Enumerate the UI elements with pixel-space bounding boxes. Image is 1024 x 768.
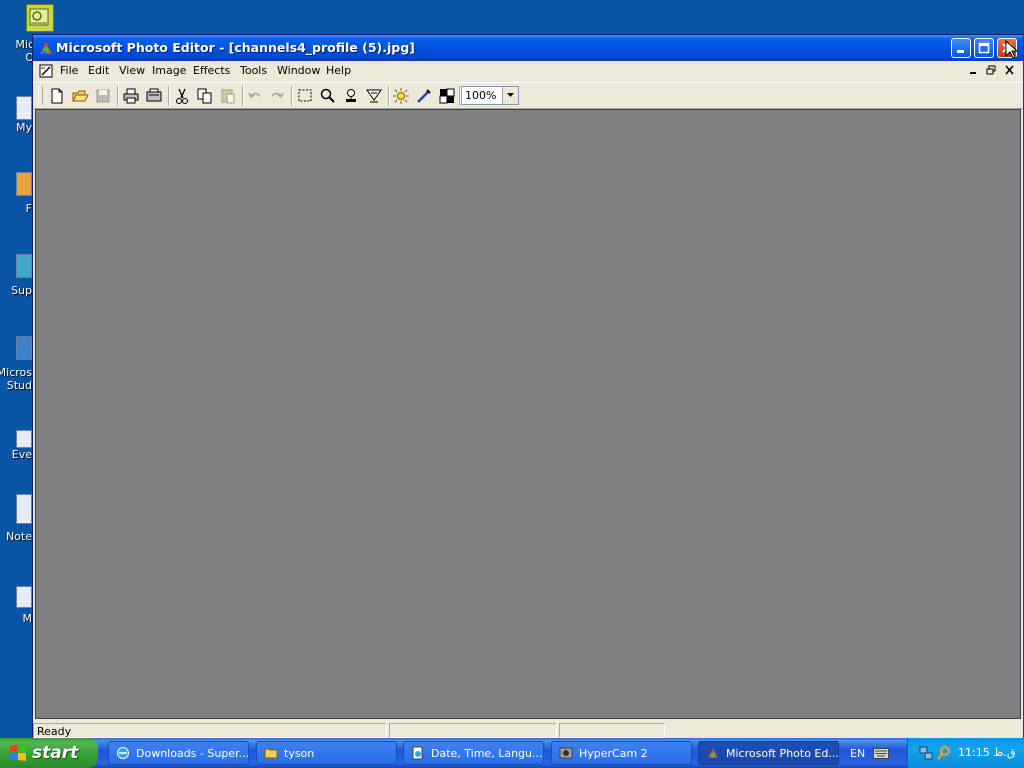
menu-tools[interactable]: Tools [240, 64, 267, 77]
desktop-icon-sup[interactable]: Sup [0, 254, 34, 298]
desktop-icon-my-documents[interactable]: My [0, 96, 34, 136]
zoom-icon[interactable] [319, 87, 337, 105]
maximize-icon [978, 42, 990, 54]
doc-minimize-icon[interactable] [967, 64, 981, 77]
status-pane-3 [559, 723, 665, 738]
retouch-icon[interactable] [415, 87, 433, 105]
control-panel-icon [412, 746, 423, 760]
task-label: HyperCam 2 [579, 747, 648, 760]
task-date-time[interactable]: Date, Time, Langu... [403, 741, 544, 765]
menu-view[interactable]: View [119, 64, 145, 77]
network-icon[interactable] [918, 745, 934, 761]
image-workspace[interactable] [35, 109, 1021, 719]
photo-editor-icon [40, 42, 52, 54]
select-icon[interactable] [296, 87, 314, 105]
outlook-icon [29, 8, 49, 26]
start-button[interactable]: start [0, 738, 98, 768]
new-icon[interactable] [48, 87, 66, 105]
ie-icon [117, 747, 129, 759]
status-text: Ready [37, 725, 72, 738]
menu-effects[interactable]: Effects [193, 64, 230, 77]
menu-bar: File Edit View Image Effects Tools Windo… [33, 61, 1023, 81]
toolbar-grip[interactable] [38, 86, 43, 105]
undo-icon[interactable] [246, 87, 264, 105]
desktop-icon-eve[interactable]: Eve [0, 430, 34, 464]
maximize-button[interactable] [974, 38, 994, 58]
window-title: Microsoft Photo Editor - [channels4_prof… [56, 40, 415, 55]
task-label: tyson [284, 747, 315, 760]
keyboard-icon[interactable] [873, 748, 889, 759]
task-label: Microsoft Photo Ed... [726, 747, 839, 760]
task-label: Date, Time, Langu... [431, 747, 543, 760]
filter-icon[interactable] [365, 87, 383, 105]
stamp-icon[interactable] [342, 87, 360, 105]
desktop-icon-label-outlook[interactable]: Mic O [0, 38, 34, 66]
task-hypercam[interactable]: HyperCam 2 [551, 741, 692, 765]
status-pane-2 [389, 723, 557, 738]
app-icon [16, 172, 32, 196]
chevron-down-icon [507, 93, 514, 97]
app-icon [16, 336, 32, 360]
photo-editor-icon [708, 748, 718, 758]
taskbar: start Downloads - Super... tyson Date, T… [0, 738, 1024, 768]
toolbar-separator [242, 86, 244, 106]
status-pane-main: Ready [33, 723, 387, 738]
start-label: start [32, 743, 79, 763]
search-icon[interactable] [936, 745, 952, 761]
desktop-icon-m[interactable]: M [0, 586, 34, 626]
windows-logo-icon [10, 744, 26, 761]
menu-help[interactable]: Help [326, 64, 351, 77]
menu-file[interactable]: File [60, 64, 78, 77]
document-icon [16, 96, 32, 120]
minimize-icon [957, 50, 964, 53]
folder-icon [264, 748, 278, 759]
notepad-icon [16, 494, 32, 524]
mouse-cursor-icon [1005, 40, 1019, 59]
toolbar-separator [291, 86, 293, 106]
minimize-button[interactable] [951, 38, 971, 58]
title-bar[interactable]: Microsoft Photo Editor - [channels4_prof… [33, 35, 1023, 61]
shortcut-icon [16, 586, 32, 608]
doc-restore-icon[interactable] [985, 64, 999, 77]
toolbar-separator [388, 86, 390, 106]
zoom-dropdown-button[interactable] [502, 87, 518, 104]
toolbar-separator [117, 86, 119, 106]
document-control-icon[interactable] [38, 63, 54, 79]
cut-icon[interactable] [173, 87, 191, 105]
scan-icon[interactable] [145, 87, 163, 105]
print-icon[interactable] [122, 87, 140, 105]
menu-window[interactable]: Window [277, 64, 320, 77]
shortcut-icon [16, 430, 32, 448]
desktop-icon-note[interactable]: Note [0, 494, 34, 544]
app-icon [16, 254, 32, 278]
save-icon[interactable] [94, 87, 112, 105]
desktop-icon-outlook[interactable] [26, 4, 54, 32]
task-label: Downloads - Super... [136, 747, 250, 760]
language-indicator[interactable]: EN [850, 747, 865, 760]
zoom-combobox[interactable]: 100% [461, 86, 519, 105]
toolbar: 100% [33, 82, 1023, 109]
menu-image[interactable]: Image [152, 64, 186, 77]
hypercam-icon [559, 747, 573, 759]
doc-close-icon[interactable] [1003, 64, 1017, 77]
desktop-icon-f[interactable]: F [0, 172, 34, 216]
task-downloads[interactable]: Downloads - Super... [108, 741, 249, 765]
task-photo-editor[interactable]: Microsoft Photo Ed... [698, 741, 839, 765]
brightness-icon[interactable] [392, 87, 410, 105]
transparency-icon[interactable] [438, 87, 456, 105]
clock[interactable]: 11:15 ق.ظ [958, 746, 1015, 759]
toolbar-separator [168, 86, 170, 106]
redo-icon[interactable] [268, 87, 286, 105]
menu-edit[interactable]: Edit [88, 64, 109, 77]
task-tyson[interactable]: tyson [256, 741, 397, 765]
desktop-icon-micros-stud[interactable]: Micros Stud [0, 336, 34, 394]
photo-editor-window: Microsoft Photo Editor - [channels4_prof… [32, 34, 1024, 742]
copy-icon[interactable] [196, 87, 214, 105]
open-icon[interactable] [71, 87, 89, 105]
paste-icon[interactable] [219, 87, 237, 105]
zoom-value: 100% [465, 89, 497, 102]
